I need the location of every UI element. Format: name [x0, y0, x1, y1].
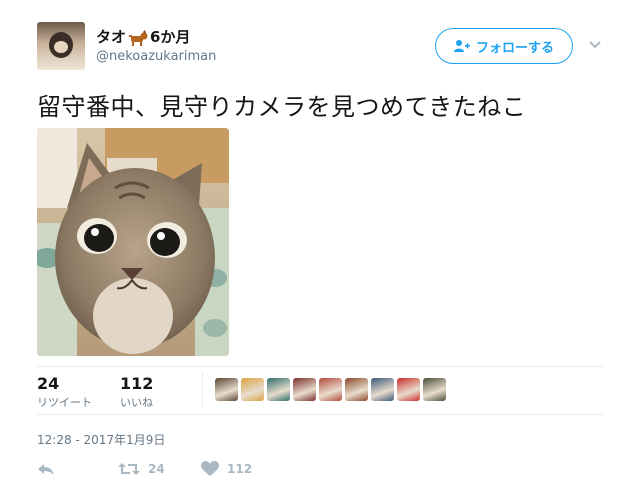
retweet-count: 24: [37, 374, 60, 393]
liker-avatar[interactable]: [345, 378, 368, 401]
follow-button-label: フォローする: [475, 40, 554, 56]
like-action-count: 112: [227, 462, 253, 476]
stats-separator: [202, 372, 203, 408]
retweet-stat[interactable]: 24 リツイート: [37, 375, 92, 410]
liker-avatar[interactable]: [423, 378, 446, 401]
user-handle[interactable]: @nekoazukariman: [96, 49, 216, 64]
reply-button[interactable]: [37, 461, 55, 477]
retweet-label: リツイート: [37, 396, 92, 409]
cat-photo-image: [37, 128, 229, 356]
like-label: いいね: [120, 396, 153, 409]
chevron-down-icon[interactable]: [588, 38, 602, 52]
retweet-action-count: 24: [148, 462, 165, 476]
heart-icon: [201, 461, 219, 476]
retweet-button[interactable]: 24: [118, 461, 165, 477]
divider-top: [37, 366, 603, 367]
display-name-suffix[interactable]: 6か月: [150, 26, 190, 47]
dog-emoji-icon: [129, 29, 148, 46]
liker-avatar[interactable]: [397, 378, 420, 401]
liker-avatar[interactable]: [293, 378, 316, 401]
like-stat[interactable]: 112 いいね: [120, 375, 153, 410]
reply-icon: [38, 464, 54, 475]
liker-avatar[interactable]: [371, 378, 394, 401]
display-name[interactable]: タオ: [96, 26, 126, 47]
avatar[interactable]: [37, 22, 85, 70]
like-count: 112: [120, 374, 154, 393]
user-name-row[interactable]: タオ 6か月: [96, 26, 190, 47]
liker-avatar[interactable]: [267, 378, 290, 401]
liker-avatar[interactable]: [215, 378, 238, 401]
liker-avatar[interactable]: [319, 378, 342, 401]
follow-button[interactable]: フォローする: [435, 28, 573, 64]
add-user-icon: [453, 40, 470, 52]
tweet-photo[interactable]: [37, 128, 229, 356]
like-button[interactable]: 112: [201, 461, 252, 477]
divider-bottom: [37, 414, 603, 415]
tweet-timestamp[interactable]: 12:28 - 2017年1月9日: [37, 431, 165, 448]
liker-avatar[interactable]: [241, 378, 264, 401]
liker-avatars: [215, 378, 446, 401]
tweet-text: 留守番中、見守りカメラを見つめてきたねこ: [37, 93, 527, 121]
retweet-icon: [118, 463, 140, 475]
